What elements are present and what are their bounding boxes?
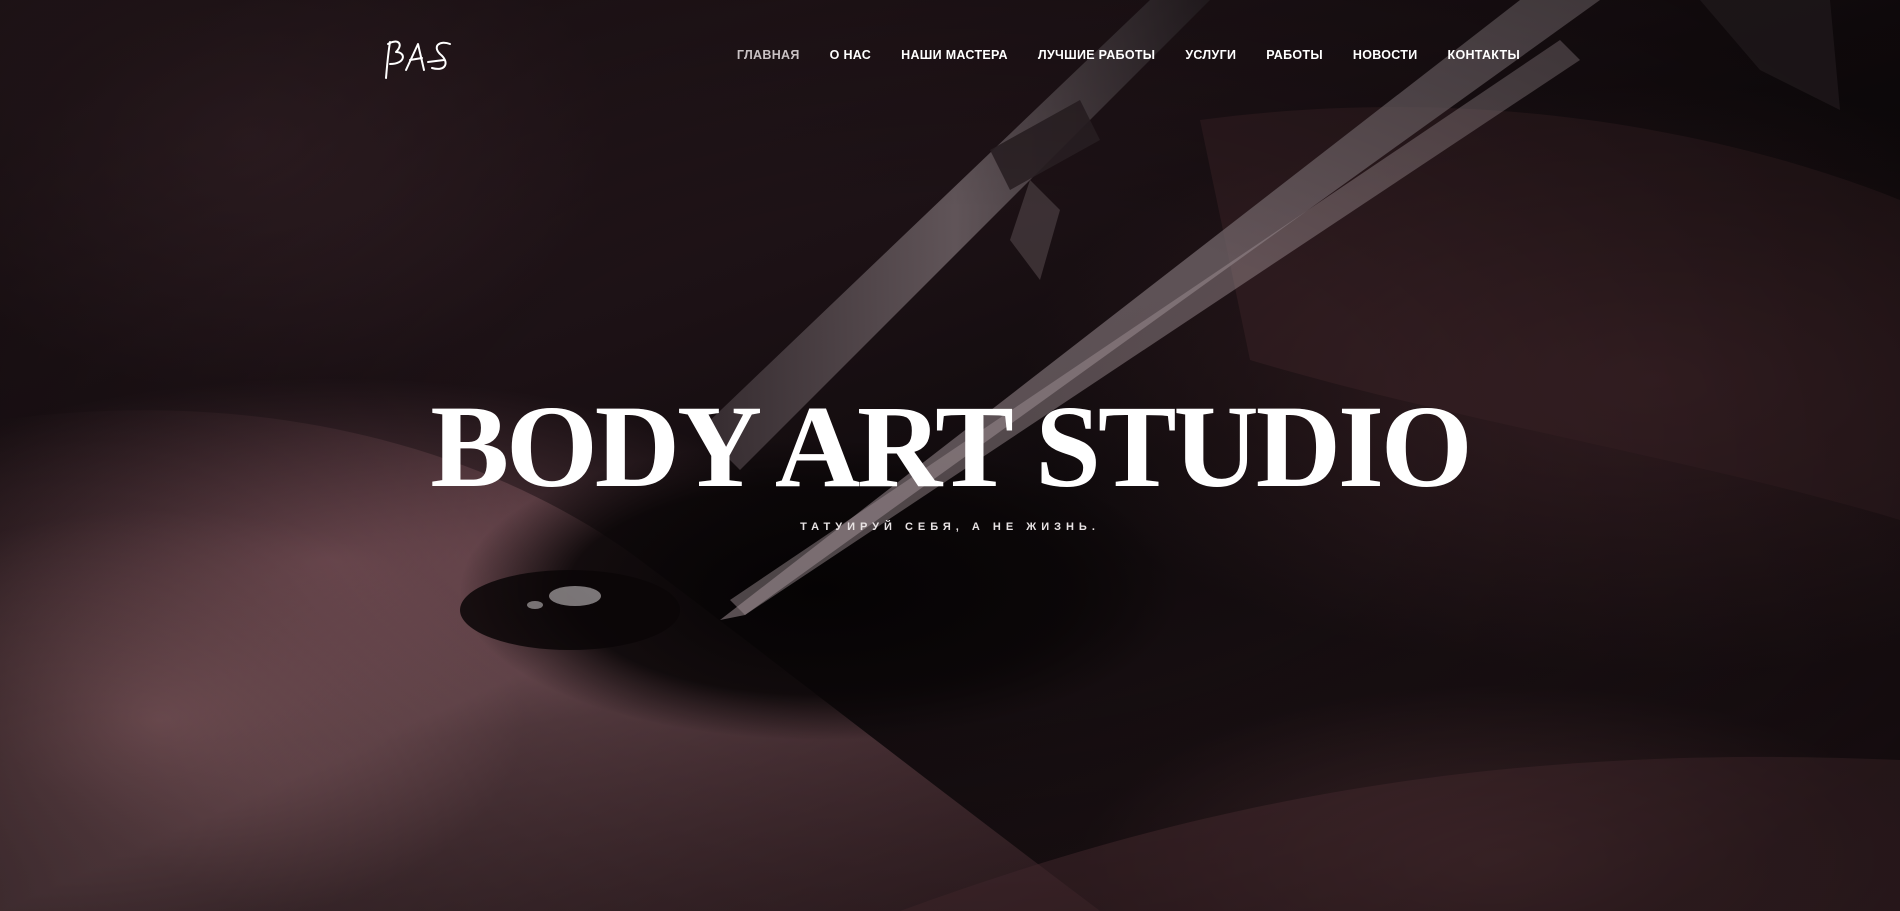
nav-item-works[interactable]: РАБОТЫ [1266,48,1323,62]
hero-title: BODY ART STUDIO [430,381,1472,512]
site-header: ГЛАВНАЯ О НАС НАШИ МАСТЕРА ЛУЧШИЕ РАБОТЫ… [0,0,1900,110]
nav-item-news[interactable]: НОВОСТИ [1353,48,1418,62]
nav-item-best-works[interactable]: ЛУЧШИЕ РАБОТЫ [1038,48,1155,62]
nav-item-masters[interactable]: НАШИ МАСТЕРА [901,48,1008,62]
nav-item-home[interactable]: ГЛАВНАЯ [737,48,800,62]
hero-section: ГЛАВНАЯ О НАС НАШИ МАСТЕРА ЛУЧШИЕ РАБОТЫ… [0,0,1900,911]
bas-signature-logo-icon [385,40,451,79]
hero-subtitle: ТАТУИРУЙ СЕБЯ, А НЕ ЖИЗНЬ. [800,521,1100,533]
nav-item-contacts[interactable]: КОНТАКТЫ [1448,48,1520,62]
hero-title-block: BODY ART STUDIO ТАТУИРУЙ СЕБЯ, А НЕ ЖИЗН… [0,381,1900,534]
nav-item-services[interactable]: УСЛУГИ [1185,48,1236,62]
nav-item-about[interactable]: О НАС [830,48,871,62]
bas-logo[interactable] [384,36,464,82]
